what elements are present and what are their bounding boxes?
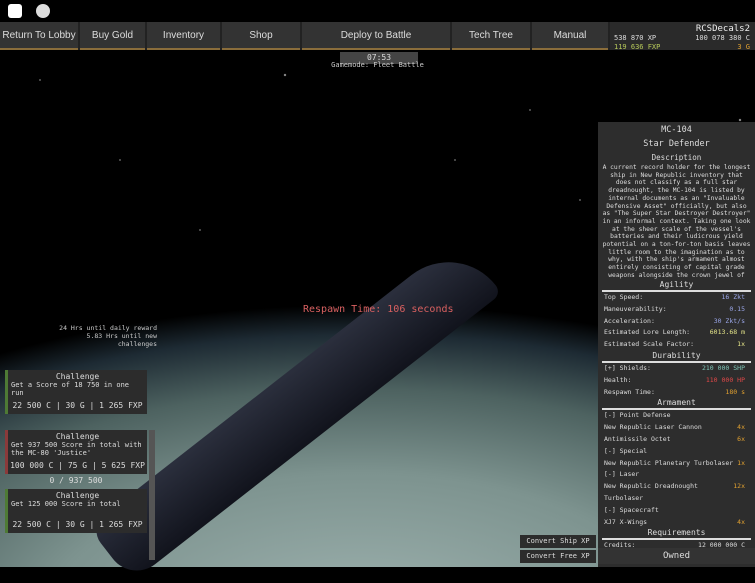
- description-heading: Description: [651, 153, 702, 162]
- ship-code: MC-104: [661, 125, 692, 135]
- agility-row: Acceleration: 30 Zkt/s: [598, 316, 755, 328]
- requirements-heading: Requirements: [602, 528, 751, 541]
- daily-info: 24 Hrs until daily reward 5.83 Hrs until …: [50, 324, 157, 348]
- challenge-text: Get a Score of 18 750 in one run: [11, 381, 130, 397]
- inventory-button[interactable]: Inventory: [147, 22, 220, 50]
- challenge-text: Get 937 500 Score in total with the MC-8…: [11, 441, 142, 457]
- agility-row: Estimated Scale Factor: 1x: [598, 339, 755, 351]
- challenge-progress: 0 / 937 500: [49, 476, 103, 485]
- ship-description[interactable]: A current record holder for the longest …: [598, 164, 755, 280]
- armament-row[interactable]: [-] Point Defense: [598, 410, 755, 422]
- armament-heading: Armament: [602, 398, 751, 411]
- stat-value: 1x: [737, 458, 745, 467]
- ship-info-panel: MC-104 Star Defender Description A curre…: [598, 122, 755, 567]
- stat-label: Estimated Scale Factor:: [604, 340, 695, 349]
- stat-label: [+] Shields:: [604, 363, 651, 372]
- stat-label: New Republic Dreadnought Turbolaser: [604, 482, 698, 502]
- ship-stats-sections: Agility Top Speed: 16 Zkt Maneuverability: 0…: [598, 280, 755, 564]
- challenge-card: Challenge Get a Score of 18 750 in one ru…: [5, 370, 147, 414]
- gold: 3 G: [737, 43, 750, 51]
- stat-value: 30 Zkt/s: [713, 316, 745, 325]
- new-challenges-timer: 5.83 Hrs until new challenges: [86, 332, 157, 348]
- stat-value: 6013.68 m: [709, 328, 745, 337]
- top-nav: Return To Lobby Buy Gold Inventory Shop …: [0, 22, 755, 51]
- armament-row[interactable]: [-] Special: [598, 446, 755, 458]
- convert-ship-xp-button[interactable]: Convert Ship XP: [520, 535, 596, 548]
- challenge-text: Get 125 000 Score in total: [11, 500, 121, 508]
- durability-row: Health: 110 000 HP: [598, 375, 755, 387]
- return-to-lobby-button[interactable]: Return To Lobby: [0, 22, 78, 50]
- challenge-reward: 100 000 C | 75 G | 5 625 FXP: [10, 461, 145, 470]
- armament-row: XJ7 X-Wings 4x: [598, 517, 755, 529]
- stat-value: 4x: [737, 517, 745, 526]
- gamemode-label: Gamemode: Fleet Battle: [331, 61, 424, 69]
- armament-row[interactable]: [-] Laser: [598, 469, 755, 481]
- respawn-timer: Respawn Time: 106 seconds: [303, 304, 454, 315]
- fxp: 119 636 FXP: [614, 43, 661, 51]
- stat-value: 180 s: [725, 387, 745, 396]
- player-stats: RCSDecals2 538 870 XP 119 636 FXP 100 07…: [610, 22, 755, 51]
- stat-value: 110 000 HP: [705, 375, 745, 384]
- chat-icon[interactable]: [36, 4, 50, 18]
- stat-label: [-] Spacecraft: [604, 505, 659, 514]
- shop-button[interactable]: Shop: [222, 22, 300, 50]
- challenge-reward: 22 500 C | 30 G | 1 265 FXP: [12, 401, 143, 410]
- stat-value: 1x: [737, 340, 745, 349]
- stat-label: New Republic Laser Cannon: [604, 423, 702, 432]
- stat-value: 0.15: [729, 304, 745, 313]
- stat-label: Acceleration:: [604, 316, 655, 325]
- challenge-title: Challenge: [55, 491, 100, 500]
- stat-label: Antimissile Octet: [604, 434, 671, 443]
- stat-label: XJ7 X-Wings: [604, 517, 648, 526]
- manual-button[interactable]: Manual: [532, 22, 608, 50]
- roblox-logo-icon[interactable]: [8, 4, 22, 18]
- ship-name: Star Defender: [643, 139, 710, 149]
- armament-row: New Republic Planetary Turbolaser 1x: [598, 458, 755, 470]
- challenge-title: Challenge: [55, 372, 100, 381]
- stat-label: [-] Laser: [604, 470, 640, 479]
- challenge-card: Challenge Get 937 500 Score in total with…: [5, 430, 147, 474]
- stat-label: Health:: [604, 375, 632, 384]
- tech-tree-button[interactable]: Tech Tree: [452, 22, 530, 50]
- challenge-title: Challenge: [55, 432, 100, 441]
- stat-value: 6x: [737, 434, 745, 443]
- deploy-button[interactable]: Deploy to Battle: [302, 22, 450, 50]
- owned-button[interactable]: Owned: [598, 548, 755, 564]
- stat-value: 210 000 SHP: [701, 363, 745, 372]
- buy-gold-button[interactable]: Buy Gold: [80, 22, 145, 50]
- xp: 538 870 XP: [614, 34, 657, 42]
- challenge-card: Challenge Get 125 000 Score in total 22 50…: [5, 489, 147, 533]
- armament-row: New Republic Dreadnought Turbolaser 12x: [598, 481, 755, 505]
- stat-label: [-] Special: [604, 446, 648, 455]
- durability-row[interactable]: [+] Shields: 210 000 SHP: [598, 363, 755, 375]
- stat-label: New Republic Planetary Turbolaser: [604, 458, 734, 467]
- durability-row: Respawn Time: 180 s: [598, 387, 755, 399]
- convert-free-xp-button[interactable]: Convert Free XP: [520, 550, 596, 563]
- stat-label: Estimated Lore Length:: [604, 328, 691, 337]
- stat-label: Maneuverability:: [604, 304, 667, 313]
- armament-row: New Republic Laser Cannon 4x: [598, 422, 755, 434]
- stat-value: 12x: [733, 482, 745, 491]
- stat-value: 16 Zkt: [721, 293, 745, 301]
- stat-label: [-] Point Defense: [604, 411, 671, 420]
- challenge-scrollbar[interactable]: [149, 430, 155, 560]
- armament-row[interactable]: [-] Spacecraft: [598, 505, 755, 517]
- stat-value: 4x: [737, 423, 745, 432]
- stat-label: Top Speed:: [604, 293, 644, 301]
- agility-heading: Agility: [602, 280, 751, 292]
- daily-reward-timer: 24 Hrs until daily reward: [59, 324, 157, 332]
- agility-row: Maneuverability: 0.15: [598, 304, 755, 316]
- credits: 100 078 380 C: [695, 34, 750, 42]
- agility-row: Top Speed: 16 Zkt: [598, 292, 755, 304]
- challenge-reward: 22 500 C | 30 G | 1 265 FXP: [12, 520, 143, 529]
- armament-row: Antimissile Octet 6x: [598, 434, 755, 446]
- username: RCSDecals2: [695, 24, 750, 34]
- agility-row: Estimated Lore Length: 6013.68 m: [598, 327, 755, 339]
- stat-label: Respawn Time:: [604, 387, 655, 396]
- durability-heading: Durability: [602, 351, 751, 363]
